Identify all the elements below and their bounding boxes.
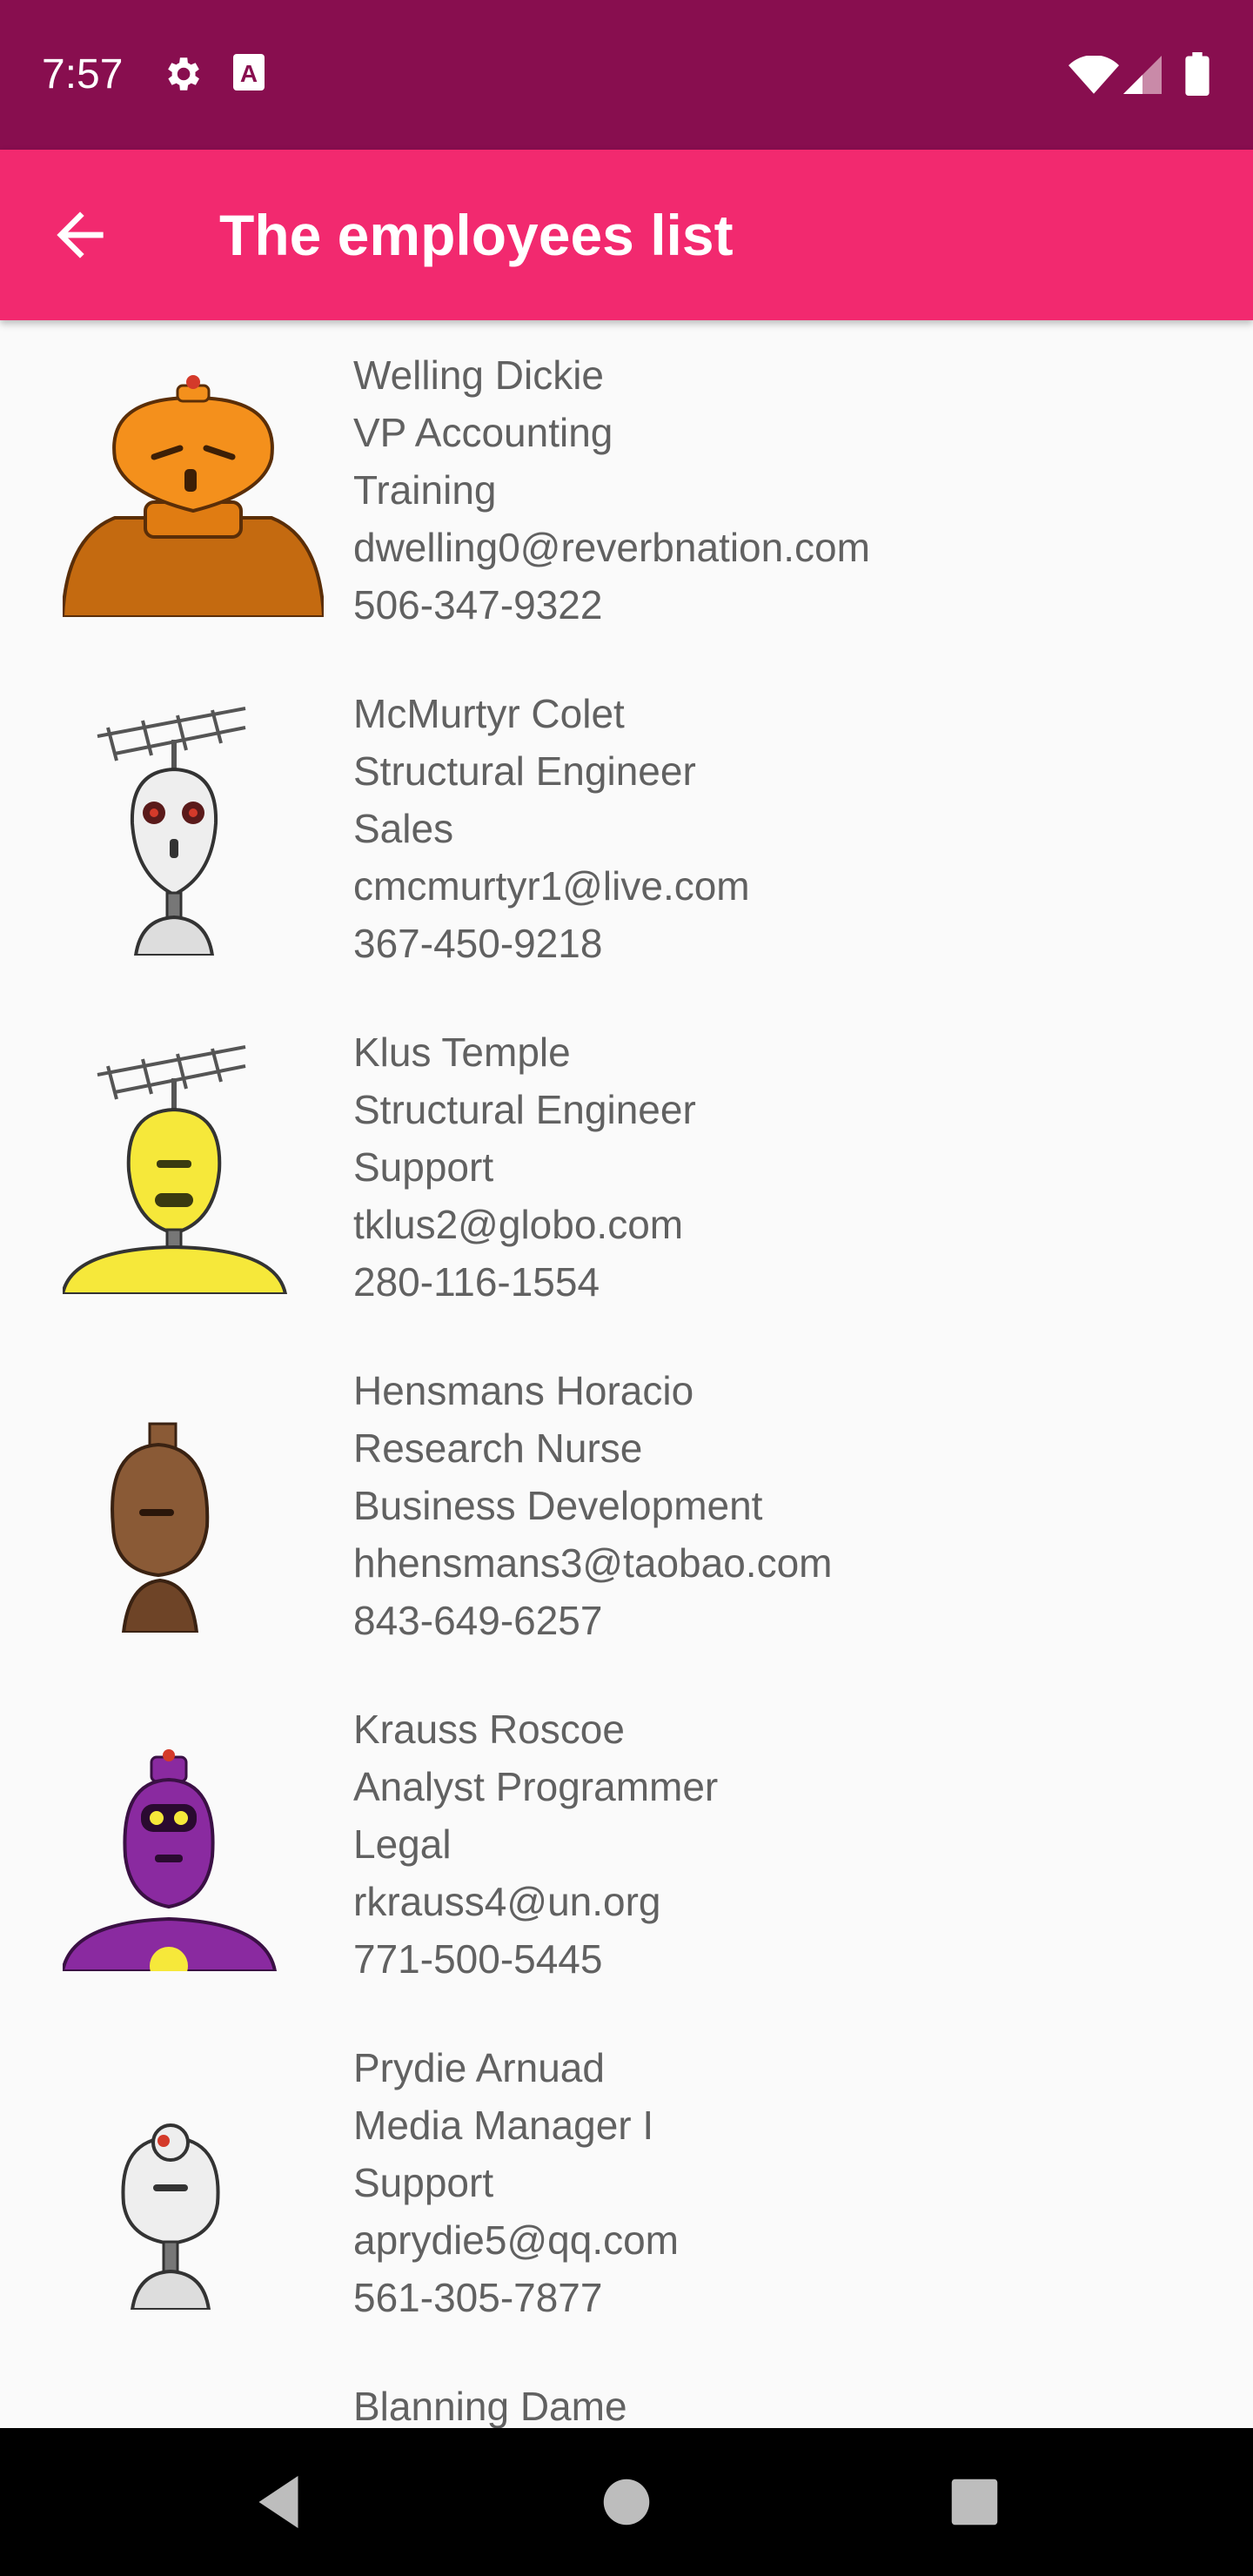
employee-phone: 771-500-5445 [353, 1936, 603, 1982]
employee-phone: 367-450-9218 [353, 921, 603, 966]
employee-email: hhensmans3@taobao.com [353, 1540, 833, 1586]
list-item[interactable]: Blanning Dame [0, 2351, 1253, 2428]
signal-icon [1122, 56, 1163, 98]
gear-icon [160, 52, 204, 100]
list-item[interactable]: McMurtyr Colet Structural Engineer Sales… [0, 659, 1253, 997]
wifi-icon [1069, 55, 1119, 98]
employee-phone: 506-347-9322 [353, 582, 603, 627]
purple-robot-avatar [63, 1717, 324, 1971]
employee-name: Welling Dickie [353, 352, 605, 398]
employee-name: Blanning Dame [353, 2384, 627, 2428]
system-nav-bar [0, 2428, 1253, 2576]
employee-info: Blanning Dame [353, 2378, 627, 2428]
employee-email: rkrauss4@un.org [353, 1879, 661, 1924]
white-antenna-robot-avatar [63, 701, 324, 956]
list-item[interactable]: Welling Dickie VP Accounting Training dw… [0, 320, 1253, 659]
employee-email: cmcmurtyr1@live.com [353, 863, 750, 909]
list-item[interactable]: Hensmans Horacio Research Nurse Business… [0, 1336, 1253, 1674]
list-item[interactable]: Klus Temple Structural Engineer Support … [0, 997, 1253, 1336]
employee-phone: 280-116-1554 [353, 1259, 600, 1305]
employee-department: Sales [353, 806, 454, 851]
employee-list: Welling Dickie VP Accounting Training dw… [0, 320, 1253, 2428]
employee-title: Media Manager I [353, 2103, 654, 2148]
app-bar: The employees list [0, 150, 1253, 320]
battery-icon [1185, 52, 1209, 100]
employee-department: Support [353, 2160, 494, 2205]
back-triangle-icon[interactable] [239, 2463, 318, 2541]
orange-robot-avatar [63, 363, 324, 617]
employee-title: Structural Engineer [353, 748, 696, 794]
employee-email: tklus2@globo.com [353, 1202, 684, 1247]
keyboard-a-icon: A [231, 52, 266, 97]
status-time: 7:57 [42, 51, 124, 97]
employee-title: Analyst Programmer [353, 1764, 719, 1809]
back-button[interactable] [45, 200, 115, 270]
employee-info: Prydie Arnuad Media Manager I Support ap… [353, 2039, 679, 2326]
employee-title: VP Accounting [353, 410, 613, 455]
employee-phone: 843-649-6257 [353, 1598, 603, 1643]
employee-info: McMurtyr Colet Structural Engineer Sales… [353, 685, 750, 972]
employee-name: Hensmans Horacio [353, 1368, 694, 1413]
employee-info: Klus Temple Structural Engineer Support … [353, 1023, 696, 1311]
yellow-antenna-robot-avatar [63, 1040, 324, 1294]
list-item[interactable]: Prydie Arnuad Media Manager I Support ap… [0, 2013, 1253, 2351]
svg-text:A: A [240, 60, 258, 87]
employee-info: Welling Dickie VP Accounting Training dw… [353, 346, 870, 634]
employee-department: Support [353, 1144, 494, 1190]
employee-department: Legal [353, 1821, 452, 1867]
employee-title: Structural Engineer [353, 1087, 696, 1132]
brown-robot-avatar [63, 1379, 324, 1633]
employee-department: Training [353, 467, 497, 513]
employee-name: Klus Temple [353, 1030, 571, 1075]
status-bar: 7:57 A [0, 0, 1253, 150]
white-robot-avatar [63, 2056, 324, 2310]
employee-name: McMurtyr Colet [353, 691, 625, 736]
recents-square-icon[interactable] [935, 2463, 1014, 2541]
employee-email: aprydie5@qq.com [353, 2217, 679, 2263]
employee-name: Prydie Arnuad [353, 2045, 605, 2090]
employee-phone: 561-305-7877 [353, 2275, 603, 2320]
employee-email: dwelling0@reverbnation.com [353, 525, 870, 570]
arrow-back-icon [57, 211, 104, 258]
employee-info: Hensmans Horacio Research Nurse Business… [353, 1362, 832, 1649]
employee-title: Research Nurse [353, 1426, 643, 1471]
page-title: The employees list [219, 203, 734, 267]
list-item[interactable]: Krauss Roscoe Analyst Programmer Legal r… [0, 1674, 1253, 2013]
employee-name: Krauss Roscoe [353, 1707, 625, 1752]
employee-info: Krauss Roscoe Analyst Programmer Legal r… [353, 1701, 718, 1988]
employee-department: Business Development [353, 1483, 763, 1528]
home-circle-icon[interactable] [587, 2463, 666, 2541]
